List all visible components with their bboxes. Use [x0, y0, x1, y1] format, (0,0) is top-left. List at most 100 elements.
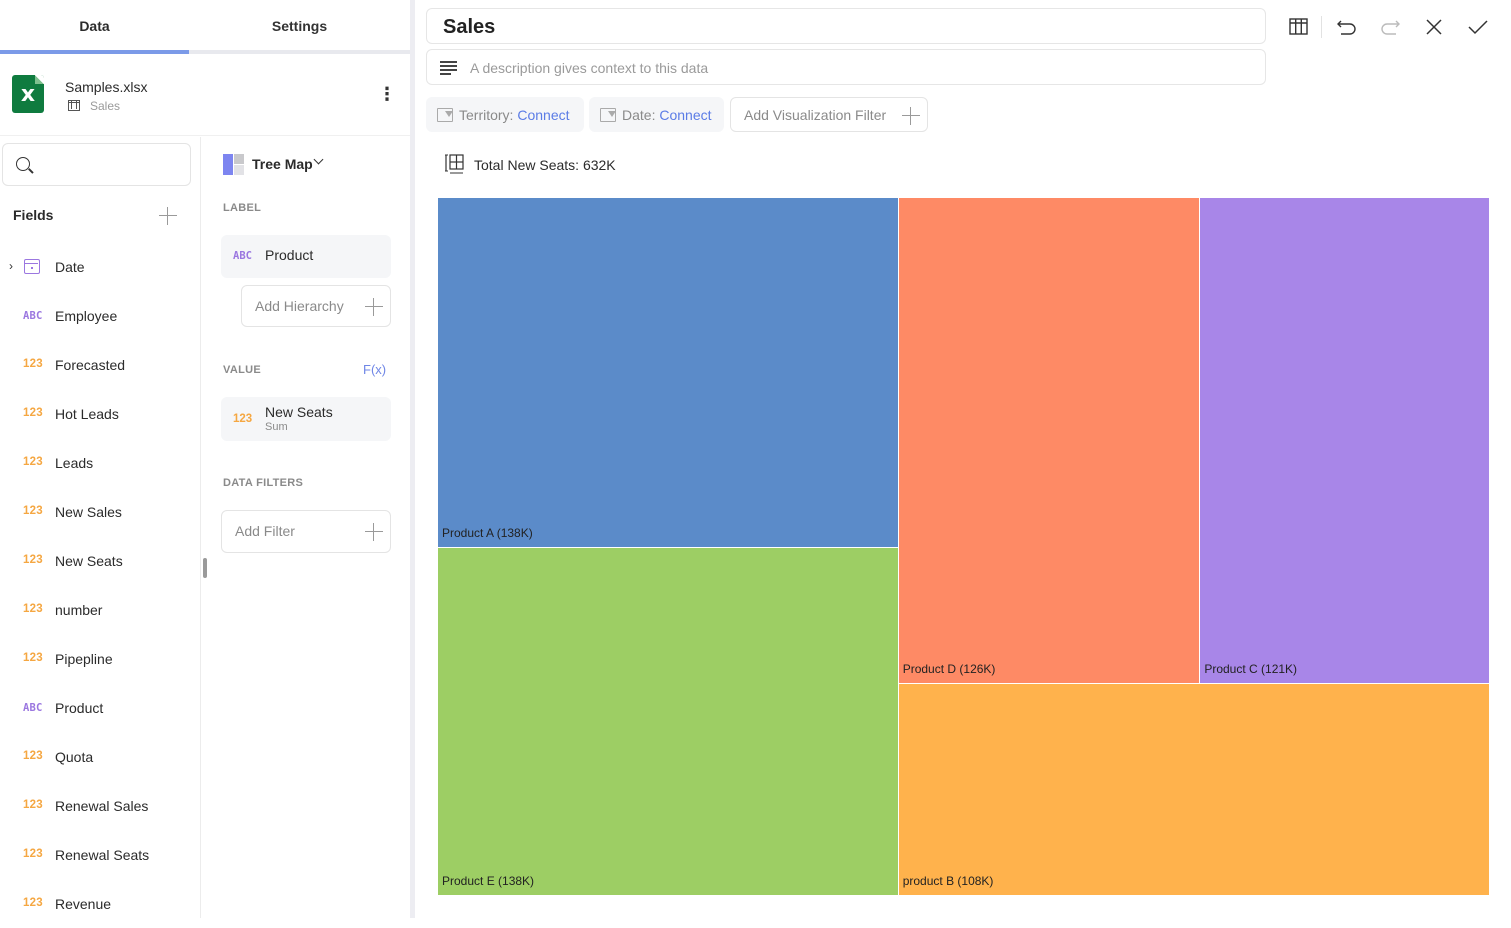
confirm-button[interactable]	[1463, 12, 1493, 42]
field-item[interactable]: 123 number	[0, 586, 200, 635]
number-type-icon: 123	[23, 799, 43, 811]
field-item[interactable]: 123 New Seats	[0, 537, 200, 586]
source-file-name: Samples.xlsx	[65, 79, 148, 95]
field-label: Leads	[55, 455, 94, 471]
connect-link[interactable]: Connect	[659, 107, 711, 123]
chevron-down-icon[interactable]	[313, 154, 324, 165]
field-label: Forecasted	[55, 357, 126, 373]
field-item[interactable]: 123 Forecasted	[0, 341, 200, 390]
field-label: number	[55, 602, 103, 618]
undo-icon	[1337, 20, 1356, 35]
field-label: Employee	[55, 308, 118, 324]
add-filter-button[interactable]: Add Filter	[221, 510, 391, 553]
treemap-node[interactable]: Product D (126K)	[898, 198, 1200, 683]
field-label: Product	[55, 700, 104, 716]
field-label: Pipepline	[55, 651, 113, 667]
treemap-node[interactable]: Product E (138K)	[438, 547, 898, 895]
calendar-icon	[24, 259, 40, 274]
field-item[interactable]: 123 Renewal Sales	[0, 782, 200, 831]
field-label: Date	[55, 259, 85, 275]
value-field-aggregation: Sum	[265, 421, 288, 433]
chevron-right-icon[interactable]: ›	[9, 259, 13, 273]
title-input[interactable]: Sales	[426, 8, 1266, 44]
panel-splitter[interactable]	[410, 0, 415, 918]
field-item[interactable]: 123 Pipepline	[0, 635, 200, 684]
field-item-date[interactable]: › Date	[0, 243, 200, 292]
plus-icon	[902, 107, 920, 125]
treemap-node[interactable]: product B (108K)	[898, 683, 1489, 895]
treemap-node-label: Product A (138K)	[442, 525, 533, 540]
label-field-name: Product	[265, 247, 314, 263]
source-sheet-name: Sales	[90, 99, 121, 113]
data-source: x Samples.xlsx Sales ⋮	[0, 54, 410, 136]
value-field-name: New Seats	[265, 404, 333, 420]
undo-button[interactable]	[1332, 12, 1362, 42]
text-type-icon: ABC	[233, 250, 252, 262]
number-type-icon: 123	[23, 652, 43, 664]
filter-icon	[437, 108, 453, 122]
number-type-icon: 123	[23, 505, 43, 517]
date-filter[interactable]: Date: Connect	[589, 97, 724, 132]
table-view-button[interactable]	[1284, 12, 1314, 42]
chart-summary: Total New Seats: 632K	[474, 157, 616, 173]
field-item[interactable]: 123 Leads	[0, 439, 200, 488]
redo-button[interactable]	[1375, 12, 1405, 42]
data-filters-section-title: DATA FILTERS	[223, 477, 304, 489]
value-field-pill[interactable]: 123 New Seats Sum	[221, 397, 391, 441]
more-options-icon[interactable]: ⋮	[378, 84, 396, 106]
number-type-icon: 123	[23, 750, 43, 762]
treemap-node[interactable]: Product C (121K)	[1200, 198, 1489, 683]
fields-column: Fields › Date ABC Employee 123 Forecaste…	[0, 137, 201, 918]
visualization-config: Tree Map LABEL ABC Product Add Hierarchy…	[202, 137, 410, 918]
field-item[interactable]: 123 Revenue	[0, 880, 200, 918]
number-type-icon: 123	[23, 554, 43, 566]
filter-icon	[600, 108, 616, 122]
field-label: Renewal Sales	[55, 798, 149, 814]
value-section-title: VALUE	[223, 364, 261, 376]
description-icon	[440, 61, 457, 75]
treemap-node-label: Product C (121K)	[1204, 661, 1298, 676]
visualization-title: Sales	[443, 16, 496, 38]
field-item[interactable]: ABC Employee	[0, 292, 200, 341]
number-type-icon: 123	[23, 407, 43, 419]
field-label: New Seats	[55, 553, 123, 569]
close-button[interactable]	[1419, 12, 1449, 42]
treemap-node[interactable]: Product A (138K)	[438, 198, 898, 547]
add-field-button[interactable]	[159, 207, 179, 227]
treemap-icon	[223, 154, 244, 175]
add-visualization-filter-button[interactable]: Add Visualization Filter	[730, 97, 928, 132]
field-item[interactable]: 123 Renewal Seats	[0, 831, 200, 880]
tab-settings[interactable]: Settings	[189, 0, 410, 52]
left-panel: Data Settings x Samples.xlsx Sales ⋮ Fie…	[0, 0, 410, 918]
number-type-icon: 123	[23, 848, 43, 860]
field-item[interactable]: 123 New Sales	[0, 488, 200, 537]
field-item[interactable]: ABC Product	[0, 684, 200, 733]
table-icon	[68, 100, 80, 111]
text-type-icon: ABC	[23, 310, 43, 322]
field-label: Hot Leads	[55, 406, 119, 422]
add-hierarchy-button[interactable]: Add Hierarchy	[241, 285, 391, 327]
description-placeholder: A description gives context to this data	[470, 60, 709, 76]
field-search-input[interactable]	[2, 143, 191, 186]
number-type-icon: 123	[23, 358, 43, 370]
excel-icon: x	[12, 75, 44, 113]
treemap-chart: Product A (138K) Product E (138K) Product …	[438, 198, 1489, 895]
check-icon	[1468, 20, 1488, 35]
field-item[interactable]: 123 Hot Leads	[0, 390, 200, 439]
label-section-title: LABEL	[223, 202, 262, 214]
territory-filter[interactable]: Territory: Connect	[426, 97, 584, 132]
add-filter-label: Add Filter	[235, 523, 295, 539]
plus-icon	[159, 207, 177, 225]
tab-data[interactable]: Data	[0, 0, 189, 52]
search-icon	[16, 157, 30, 171]
visualization-type-dropdown[interactable]: Tree Map	[252, 156, 313, 172]
add-visualization-filter-label: Add Visualization Filter	[744, 107, 887, 123]
filter-name: Date:	[622, 107, 656, 123]
field-item[interactable]: 123 Quota	[0, 733, 200, 782]
connect-link[interactable]: Connect	[517, 107, 569, 123]
redo-icon	[1381, 20, 1400, 35]
label-field-pill[interactable]: ABC Product	[221, 235, 391, 278]
fields-title: Fields	[13, 207, 54, 223]
formula-button[interactable]: F(x)	[363, 362, 386, 377]
description-input[interactable]: A description gives context to this data	[426, 49, 1266, 85]
